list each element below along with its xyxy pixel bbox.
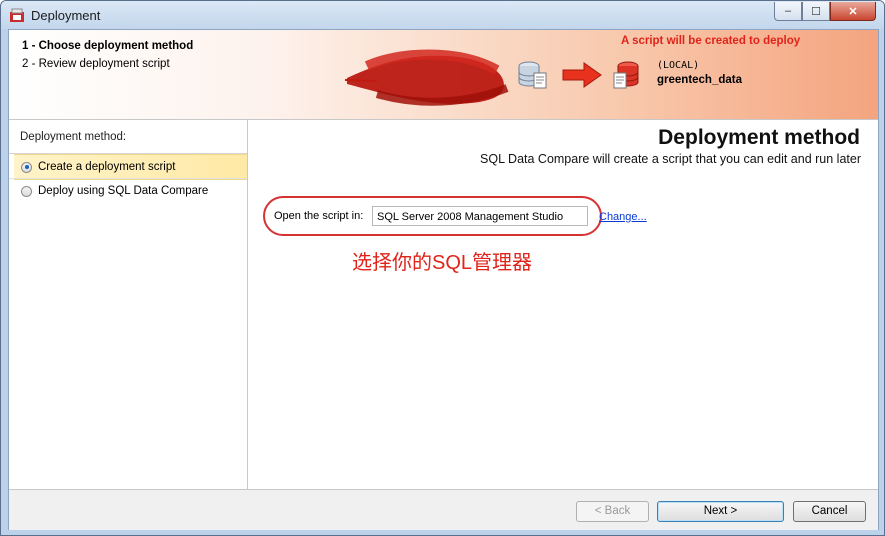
option-label: Create a deployment script bbox=[38, 161, 176, 173]
cancel-button[interactable]: Cancel bbox=[793, 501, 866, 522]
minimize-button[interactable]: ‒ bbox=[774, 2, 802, 21]
option-deploy-using-sql-data-compare[interactable]: Deploy using SQL Data Compare bbox=[14, 179, 247, 203]
step-2-label: 2 - Review deployment script bbox=[22, 58, 170, 70]
page-subtitle: SQL Data Compare will create a script th… bbox=[480, 152, 861, 166]
deploy-note: A script will be created to deploy bbox=[621, 35, 801, 47]
window-title: Deployment bbox=[31, 8, 101, 23]
target-database-icon bbox=[613, 61, 639, 89]
step-1-label: 1 - Choose deployment method bbox=[22, 40, 194, 52]
redaction-scribble bbox=[344, 49, 509, 106]
close-button[interactable]: ✕ bbox=[830, 2, 876, 21]
back-button[interactable]: < Back bbox=[576, 501, 649, 522]
deploy-arrow-icon bbox=[562, 62, 602, 88]
open-script-label: Open the script in: bbox=[274, 210, 364, 222]
method-list-heading: Deployment method: bbox=[20, 131, 127, 143]
app-icon bbox=[10, 8, 24, 22]
target-server: (LOCAL) bbox=[657, 60, 700, 71]
page-title: Deployment method bbox=[658, 126, 860, 149]
script-editor-field[interactable]: SQL Server 2008 Management Studio bbox=[372, 206, 588, 226]
source-database-icon bbox=[518, 61, 547, 89]
deployment-window: Deployment ‒ ☐ ✕ 1 - Choose deployment m… bbox=[0, 0, 885, 536]
next-button[interactable]: Next > bbox=[657, 501, 784, 522]
wizard-header: 1 - Choose deployment method 2 - Review … bbox=[9, 30, 878, 120]
change-editor-link[interactable]: Change... bbox=[599, 211, 647, 223]
title-bar[interactable]: Deployment ‒ ☐ ✕ bbox=[1, 1, 884, 29]
radio-button[interactable] bbox=[21, 185, 32, 197]
caption-buttons: ‒ ☐ ✕ bbox=[774, 2, 876, 21]
target-database: greentech_data bbox=[657, 74, 743, 86]
maximize-button[interactable]: ☐ bbox=[802, 2, 830, 21]
option-create-deployment-script[interactable]: Create a deployment script bbox=[14, 154, 247, 180]
dialog-client-area: 1 - Choose deployment method 2 - Review … bbox=[8, 29, 879, 530]
option-label: Deploy using SQL Data Compare bbox=[38, 185, 209, 197]
method-list-panel: Deployment method: Create a deployment s… bbox=[9, 120, 248, 489]
radio-button-checked[interactable] bbox=[21, 161, 32, 173]
annotation-text: 选择你的SQL管理器 bbox=[352, 252, 533, 274]
wizard-footer: < Back Next > Cancel bbox=[9, 489, 878, 530]
